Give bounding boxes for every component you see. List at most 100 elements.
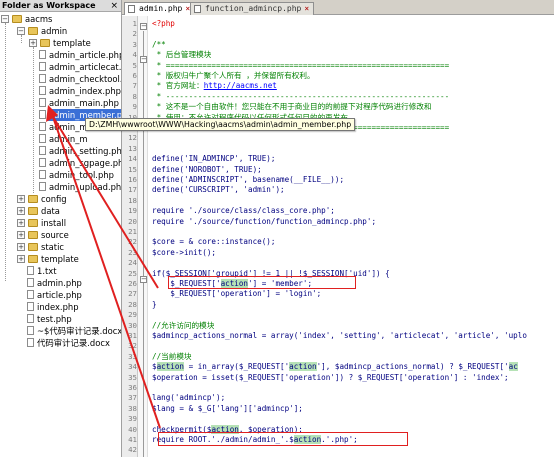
code-line-20: require './source/function/function_admi… <box>152 216 377 226</box>
line-number: 17 <box>128 185 137 195</box>
code-editor: admin.php × function_admincp.php × 1234567… <box>122 0 554 457</box>
docx-file-icon <box>27 326 34 335</box>
code-area[interactable]: <?php /** * 后台管理模块 * ===================… <box>152 16 554 457</box>
line-number: 9 <box>132 102 137 112</box>
expand-icon[interactable]: + <box>17 231 25 239</box>
expand-icon[interactable]: + <box>17 207 25 215</box>
line-number: 15 <box>128 164 137 174</box>
expand-icon[interactable]: + <box>29 39 37 47</box>
line-number: 16 <box>128 175 137 184</box>
line-number: 34 <box>128 362 137 372</box>
tab-function-admincp-php[interactable]: function_admincp.php × <box>190 2 315 15</box>
code-line-23: $core->init(); <box>152 247 217 257</box>
code-line-5: * ======================================… <box>152 60 450 70</box>
tree-label: admin_main.php <box>49 98 119 108</box>
tree-label: admin_index.php <box>49 86 121 96</box>
tree-label: article.php <box>37 290 82 300</box>
folder-icon <box>28 195 38 203</box>
tree-label: ~$代码审计记录.docx <box>37 326 122 336</box>
php-file-icon <box>39 86 46 95</box>
code-line-22: $core = & core::instance(); <box>152 237 276 247</box>
line-number: 37 <box>128 393 137 403</box>
line-number: 30 <box>128 320 137 330</box>
collapse-icon[interactable]: − <box>17 27 25 35</box>
expand-icon[interactable]: + <box>17 243 25 251</box>
line-number: 26 <box>128 279 137 288</box>
code-line-31: $admincp_actions_normal = array('index',… <box>152 331 527 340</box>
tab-bar: admin.php × function_admincp.php × <box>122 0 554 15</box>
line-number: 6 <box>132 71 137 80</box>
tree-label: source <box>41 230 69 240</box>
line-number: 13 <box>128 143 137 153</box>
workspace-panel: Folder as Workspace × − aacms − admin + … <box>0 0 122 457</box>
line-number: 7 <box>132 81 137 91</box>
official-url-link[interactable]: http://aacms.net <box>204 81 277 90</box>
expand-icon[interactable]: + <box>17 219 25 227</box>
line-number: 12 <box>128 133 137 143</box>
expand-icon[interactable]: + <box>17 255 25 263</box>
docx-file-icon <box>27 338 34 347</box>
folder-icon <box>28 243 38 251</box>
tab-label: function_admincp.php <box>205 4 302 13</box>
fold-margin: − − − <box>138 16 148 457</box>
line-number: 19 <box>128 206 137 216</box>
line-number: 1 <box>132 19 137 28</box>
line-number: 3 <box>132 39 137 49</box>
tree-guide-line <box>5 23 6 281</box>
php-file-icon <box>27 314 34 323</box>
tree-label: 代码审计记录.docx <box>37 338 110 348</box>
tree-label: admin <box>41 26 68 36</box>
annotation-box-line-26 <box>168 276 356 289</box>
code-line-17: define('CURSCRIPT', 'admin'); <box>152 185 285 195</box>
tree-label: admin_tool.php <box>49 170 114 180</box>
line-number: 38 <box>128 403 137 413</box>
code-line-6: * 版权归牛广聚个人所有 ，并保留所有权利。 <box>152 71 315 80</box>
code-line-19: require './source/class/class_core.php'; <box>152 206 335 216</box>
close-tab-icon[interactable]: × <box>304 4 309 13</box>
php-file-icon <box>27 302 34 311</box>
fold-marker-icon[interactable]: − <box>140 23 147 30</box>
tree-label: config <box>41 194 67 204</box>
collapse-icon[interactable]: − <box>1 15 9 23</box>
expand-icon[interactable]: + <box>17 195 25 203</box>
tree-label: static <box>41 242 64 252</box>
code-line-8: * --------------------------------------… <box>152 91 450 101</box>
tree-label: admin_checktool.php <box>49 74 122 84</box>
fold-marker-icon[interactable]: − <box>140 56 147 63</box>
tree-label: admin_m <box>49 134 88 144</box>
tree-label: admin_sgpage.php <box>49 158 122 168</box>
code-line-14: define('IN_ADMINCP', TRUE); <box>152 154 276 164</box>
tree-label: admin_upload.php <box>49 182 122 192</box>
code-line-27: $_REQUEST['operation'] = 'login'; <box>152 289 322 299</box>
php-file-icon <box>27 290 34 299</box>
php-file-icon <box>39 182 46 191</box>
close-panel-icon[interactable]: × <box>110 0 118 12</box>
folder-icon <box>28 207 38 215</box>
tree-label: data <box>41 206 60 216</box>
line-number: 27 <box>128 289 137 299</box>
code-line-3: /** <box>152 39 166 49</box>
code-line-1: <?php <box>152 19 175 28</box>
php-file-icon <box>194 5 201 13</box>
code-line-35: $operation = isset($_REQUEST['operation'… <box>152 372 509 382</box>
tree-label: admin_m <box>49 122 88 132</box>
code-line-37: lang('admincp'); <box>152 393 226 403</box>
txt-file-icon <box>27 266 34 275</box>
line-number: 2 <box>132 29 137 39</box>
php-file-icon <box>39 62 46 71</box>
line-number: 21 <box>128 227 137 236</box>
line-number: 31 <box>128 331 137 340</box>
line-number: 14 <box>128 154 137 164</box>
tree-guide-line <box>33 47 34 193</box>
tab-admin-php[interactable]: admin.php × <box>124 2 196 15</box>
code-line-34: $action = in_array($_REQUEST['action'], … <box>152 362 518 372</box>
annotation-box-line-41 <box>158 432 408 446</box>
line-number: 41 <box>128 435 137 444</box>
line-number: 42 <box>128 445 137 455</box>
fold-marker-icon[interactable]: − <box>140 276 147 283</box>
tree-label: template <box>41 254 79 264</box>
code-line-7: * 官方网址：http://aacms.net <box>152 81 277 91</box>
line-number: 4 <box>132 50 137 60</box>
tree-label: 1.txt <box>37 266 57 276</box>
php-file-icon <box>128 5 135 13</box>
